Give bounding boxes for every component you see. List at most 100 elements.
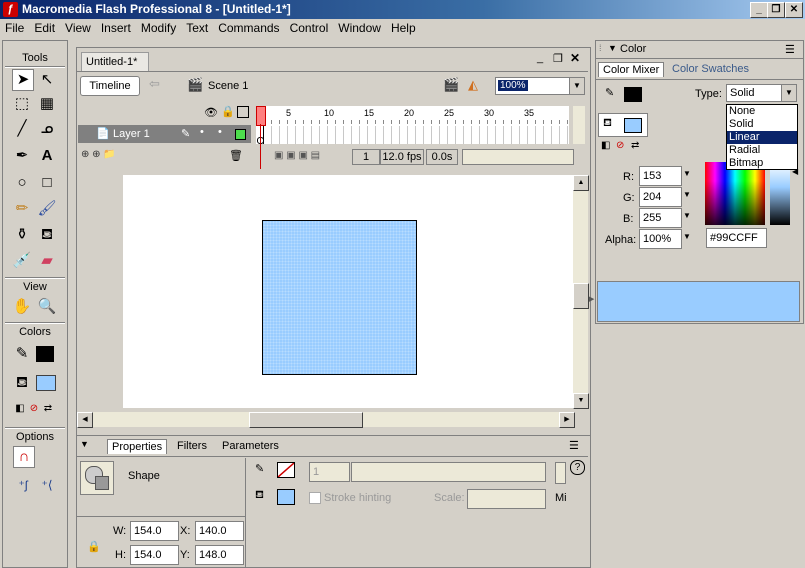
- chevron-down-icon[interactable]: ▼: [683, 232, 691, 241]
- paint-bucket-tool-icon[interactable]: ⛾: [36, 224, 58, 246]
- swap-colors-icon[interactable]: ⇄: [631, 140, 639, 151]
- menu-help[interactable]: Help: [386, 19, 421, 35]
- ink-bottle-tool-icon[interactable]: ⚱: [11, 224, 33, 246]
- doc-close-icon[interactable]: ✕: [570, 51, 580, 65]
- eyedropper-tool-icon[interactable]: 💉: [11, 250, 33, 272]
- scroll-down-icon[interactable]: ▼: [573, 393, 589, 409]
- grip-icon[interactable]: ⁞: [599, 43, 602, 53]
- eye-icon[interactable]: 👁: [204, 106, 218, 119]
- tab-filters[interactable]: Filters: [173, 439, 211, 453]
- chevron-down-icon[interactable]: ▼: [683, 211, 691, 220]
- timeline-hscroll[interactable]: [462, 149, 574, 165]
- no-color-icon[interactable]: ⊘: [616, 140, 624, 151]
- stroke-hinting-checkbox[interactable]: [309, 492, 321, 504]
- oval-tool-icon[interactable]: ○: [11, 172, 33, 194]
- straighten-icon[interactable]: ⁺⟨: [36, 474, 58, 496]
- fill-selector[interactable]: ⛾: [598, 113, 648, 137]
- document-tab[interactable]: Untitled-1*: [81, 52, 149, 71]
- hand-tool-icon[interactable]: ✋: [11, 296, 33, 318]
- trash-icon[interactable]: 🗑: [229, 149, 243, 162]
- swap-colors-icon[interactable]: ⇄: [37, 398, 59, 420]
- collapse-arrow-icon[interactable]: ▼: [80, 439, 89, 449]
- fill-color-swatch[interactable]: [277, 489, 295, 505]
- stage-vscroll[interactable]: ▲ ▼: [573, 175, 589, 409]
- pencil-tool-icon[interactable]: ✏: [11, 198, 33, 220]
- hex-field[interactable]: #99CCFF: [706, 228, 767, 248]
- type-option-bitmap[interactable]: Bitmap: [727, 157, 797, 170]
- arrow-tool-icon[interactable]: ➤: [12, 69, 34, 91]
- type-option-linear[interactable]: Linear: [727, 131, 797, 144]
- layer-row[interactable]: 📄 Layer 1 ✎ • •: [78, 125, 251, 143]
- fill-color-swatch[interactable]: [624, 118, 642, 133]
- panel-collapse-icon[interactable]: ▶: [589, 295, 595, 309]
- stroke-color-swatch[interactable]: [36, 346, 54, 362]
- edit-scene-icon[interactable]: 🎬: [443, 77, 459, 93]
- brush-tool-icon[interactable]: 🖌: [36, 198, 58, 220]
- color-spectrum-shade[interactable]: [705, 162, 765, 225]
- stage-hscroll[interactable]: ◀ ▶: [77, 412, 575, 428]
- doc-minimize-icon[interactable]: _: [537, 52, 543, 64]
- edit-symbols-icon[interactable]: ◭: [468, 77, 478, 93]
- lock-icon[interactable]: 🔒: [221, 105, 235, 118]
- layer-lock-dot[interactable]: •: [218, 126, 222, 138]
- playhead-handle[interactable]: [256, 106, 266, 126]
- zoom-select[interactable]: 100% ▼: [495, 77, 585, 95]
- eraser-tool-icon[interactable]: ▰: [36, 250, 58, 272]
- menu-modify[interactable]: Modify: [136, 19, 181, 35]
- collapse-arrow-icon[interactable]: ▼: [608, 43, 617, 53]
- stroke-none-swatch[interactable]: [277, 462, 295, 478]
- timeline-button[interactable]: Timeline: [80, 76, 140, 96]
- rectangle-tool-icon[interactable]: □: [36, 172, 58, 194]
- stroke-color-swatch[interactable]: [624, 87, 642, 102]
- menu-control[interactable]: Control: [285, 19, 334, 35]
- gradient-transform-tool-icon[interactable]: ▦: [36, 93, 58, 115]
- type-dropdown-list[interactable]: None Solid Linear Radial Bitmap: [726, 104, 798, 170]
- restore-button[interactable]: ❐: [767, 2, 785, 18]
- scale-select[interactable]: [467, 489, 546, 509]
- minimize-button[interactable]: _: [750, 2, 768, 18]
- scroll-left-icon[interactable]: ◀: [77, 412, 93, 428]
- onion-skin-icons[interactable]: ▣ ▣ ▣ ▤: [274, 150, 320, 161]
- tab-properties[interactable]: Properties: [107, 439, 168, 454]
- fill-color-swatch[interactable]: [36, 375, 56, 391]
- tab-color-swatches[interactable]: Color Swatches: [668, 62, 753, 76]
- outline-icon[interactable]: [237, 106, 249, 118]
- chevron-down-icon[interactable]: ▼: [683, 169, 691, 178]
- stroke-style-select[interactable]: [351, 462, 546, 482]
- help-icon[interactable]: ?: [570, 460, 585, 475]
- blue-square-shape[interactable]: [262, 220, 417, 375]
- free-transform-tool-icon[interactable]: ⬚: [11, 93, 33, 115]
- menu-commands[interactable]: Commands: [213, 19, 284, 35]
- frame-cells[interactable]: [256, 126, 569, 144]
- x-field[interactable]: 140.0: [195, 521, 244, 541]
- smooth-icon[interactable]: ⁺ʃ: [12, 474, 34, 496]
- subselect-tool-icon[interactable]: ↖: [36, 69, 58, 91]
- scroll-thumb[interactable]: [249, 412, 363, 428]
- layer-visible-dot[interactable]: •: [200, 126, 204, 138]
- r-field[interactable]: 153: [639, 166, 682, 186]
- lock-icon[interactable]: 🔒: [87, 540, 101, 553]
- doc-restore-icon[interactable]: ❐: [553, 52, 563, 65]
- custom-stroke-button[interactable]: [555, 462, 566, 484]
- snap-magnet-icon[interactable]: ∩: [13, 446, 35, 468]
- type-option-solid[interactable]: Solid: [727, 118, 797, 131]
- frames-area[interactable]: 1 5 10 15 20 25 30 35: [256, 106, 569, 144]
- scroll-right-icon[interactable]: ▶: [559, 412, 575, 428]
- type-option-radial[interactable]: Radial: [727, 144, 797, 157]
- y-field[interactable]: 148.0: [195, 545, 244, 565]
- menu-insert[interactable]: Insert: [96, 19, 136, 35]
- panel-menu-icon[interactable]: ☰: [785, 43, 795, 56]
- b-field[interactable]: 255: [639, 208, 682, 228]
- back-arrow-icon[interactable]: ⇦: [149, 76, 169, 94]
- close-button[interactable]: ✕: [785, 2, 803, 18]
- chevron-down-icon[interactable]: ▼: [683, 190, 691, 199]
- tab-color-mixer[interactable]: Color Mixer: [598, 62, 665, 77]
- pen-tool-icon[interactable]: ✒: [11, 145, 33, 167]
- type-select[interactable]: Solid ▼: [726, 84, 797, 102]
- menu-text[interactable]: Text: [181, 19, 213, 35]
- stage-area[interactable]: [77, 175, 574, 408]
- scroll-thumb[interactable]: [573, 283, 589, 309]
- text-tool-icon[interactable]: A: [36, 145, 58, 167]
- layer-outline-swatch[interactable]: [235, 129, 246, 140]
- black-white-icon[interactable]: ◧: [601, 140, 610, 151]
